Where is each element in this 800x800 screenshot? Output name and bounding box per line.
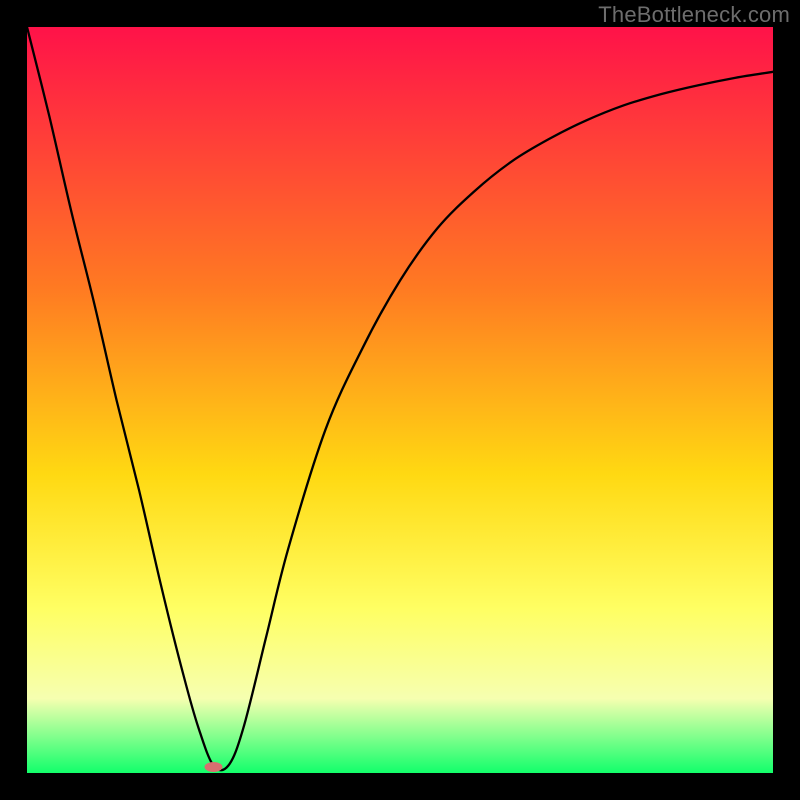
bottleneck-curve — [27, 27, 773, 773]
plot-area — [27, 27, 773, 773]
watermark-text: TheBottleneck.com — [598, 2, 790, 28]
chart-frame: TheBottleneck.com — [0, 0, 800, 800]
optimal-point-marker — [205, 762, 223, 772]
